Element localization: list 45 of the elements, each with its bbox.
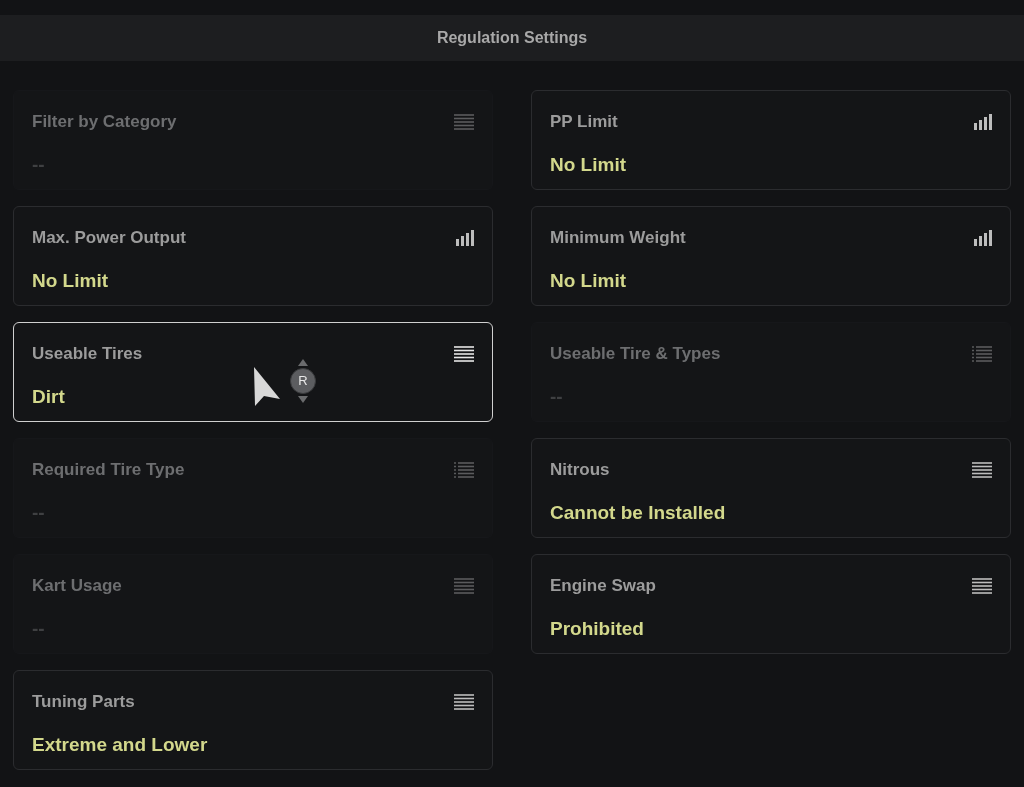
setting-label: Required Tire Type [32, 459, 185, 481]
setting-value: No Limit [550, 268, 626, 293]
menu-icon [972, 577, 992, 594]
setting-label: Minimum Weight [550, 227, 686, 249]
list-icon [454, 461, 474, 478]
menu-icon [454, 577, 474, 594]
bar-chart-icon [974, 229, 992, 246]
setting-card[interactable]: Minimum Weight No Limit [531, 206, 1011, 306]
setting-value: Prohibited [550, 616, 644, 641]
setting-label: Filter by Category [32, 111, 177, 133]
setting-card[interactable]: Tuning Parts Extreme and Lower [13, 670, 493, 770]
setting-label: PP Limit [550, 111, 618, 133]
setting-value: Extreme and Lower [32, 732, 208, 757]
setting-label: Useable Tire & Types [550, 343, 721, 365]
setting-card[interactable]: Useable Tires Dirt R [13, 322, 493, 422]
setting-card[interactable]: Nitrous Cannot be Installed [531, 438, 1011, 538]
setting-label: Engine Swap [550, 575, 656, 597]
setting-value: -- [32, 616, 45, 641]
setting-label: Kart Usage [32, 575, 122, 597]
down-arrow-icon [298, 396, 308, 403]
setting-label: Nitrous [550, 459, 610, 481]
menu-icon [454, 693, 474, 710]
setting-value: Dirt [32, 384, 65, 409]
setting-label: Tuning Parts [32, 691, 135, 713]
menu-icon [454, 113, 474, 130]
menu-icon [454, 345, 474, 362]
setting-value: Cannot be Installed [550, 500, 726, 525]
setting-value: No Limit [32, 268, 108, 293]
setting-label: Useable Tires [32, 343, 143, 365]
setting-card[interactable]: Max. Power Output No Limit [13, 206, 493, 306]
bar-chart-icon [456, 229, 474, 246]
list-icon [972, 345, 992, 362]
setting-value: -- [550, 384, 563, 409]
up-arrow-icon [298, 359, 308, 366]
setting-card[interactable]: PP Limit No Limit [531, 90, 1011, 190]
setting-label: Max. Power Output [32, 227, 186, 249]
setting-card[interactable]: Engine Swap Prohibited [531, 554, 1011, 654]
setting-value: -- [32, 152, 45, 177]
setting-value: -- [32, 500, 45, 525]
pointer-icon [252, 366, 282, 406]
setting-value: No Limit [550, 152, 626, 177]
menu-icon [972, 461, 992, 478]
r-button-badge: R [290, 368, 316, 394]
page-title: Regulation Settings [436, 28, 588, 48]
bar-chart-icon [974, 113, 992, 130]
